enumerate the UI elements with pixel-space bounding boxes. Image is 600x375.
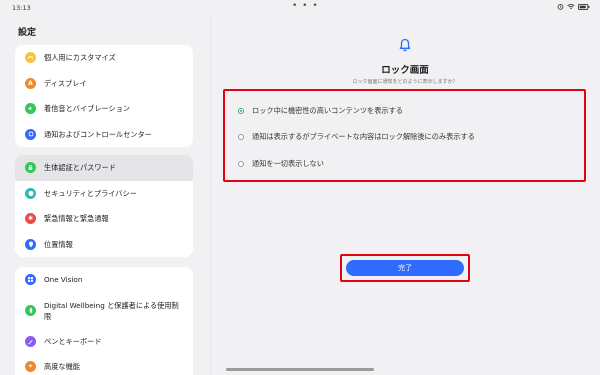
sidebar-item-label: Digital Wellbeing と保護者による使用制限 <box>44 300 179 321</box>
shield-icon <box>25 187 36 199</box>
sidebar-item-security[interactable]: セキュリティとプライバシー <box>15 181 193 207</box>
status-bar: 13:13 • • • <box>0 0 600 16</box>
sidebar-item-digital-wellbeing[interactable]: Digital Wellbeing と保護者による使用制限 <box>15 293 193 329</box>
pen-icon <box>25 335 36 347</box>
notification-icon <box>25 128 36 140</box>
sidebar-item-label: One Vision <box>44 275 83 285</box>
sidebar-item-label: 通知およびコントロールセンター <box>44 129 152 139</box>
page-subtitle: ロック画面に通知をどのように表示しますか？ <box>352 79 458 85</box>
alarm-icon <box>557 3 564 12</box>
bell-icon <box>399 37 411 52</box>
sidebar-item-label: 着信音とバイブレーション <box>44 104 131 114</box>
sidebar-item-label: ディスプレイ <box>44 78 87 88</box>
multiwindow-dots[interactable]: • • • <box>292 1 319 11</box>
sidebar-group-1: 個人用にカスタマイズ A ディスプレイ 着信音とバイブレーション 通知およびコン… <box>15 45 193 147</box>
lock-screen-pane: ロック画面 ロック画面に通知をどのように表示しますか？ ロック中に機密性の高いコ… <box>210 16 600 375</box>
palette-icon <box>25 52 36 64</box>
sidebar-group-2: 生体認証とパスワード セキュリティとプライバシー ✱ 緊急情報と緊急通報 位置情… <box>15 155 193 257</box>
battery-icon <box>578 3 590 12</box>
settings-sidebar: 設定 個人用にカスタマイズ A ディスプレイ 着信音とバイブレーション 通知およ… <box>0 16 210 375</box>
sidebar-item-label: セキュリティとプライバシー <box>44 188 137 198</box>
highlight-box-options <box>223 89 586 182</box>
home-indicator[interactable] <box>226 368 374 371</box>
sidebar-title: 設定 <box>18 28 37 38</box>
sidebar-item-advanced[interactable]: ✦ 高度な機能 <box>15 354 193 375</box>
sidebar-item-notifications[interactable]: 通知およびコントロールセンター <box>15 122 193 148</box>
sidebar-item-sound[interactable]: 着信音とバイブレーション <box>15 96 193 122</box>
sidebar-item-label: 高度な機能 <box>44 362 80 372</box>
one-vision-icon <box>25 274 36 286</box>
sidebar-item-biometrics[interactable]: 生体認証とパスワード <box>15 155 193 181</box>
sidebar-item-location[interactable]: 位置情報 <box>15 232 193 258</box>
sidebar-item-one-vision[interactable]: One Vision <box>15 267 193 293</box>
display-icon: A <box>25 77 36 89</box>
wellbeing-icon <box>25 305 36 316</box>
done-button[interactable]: 完了 <box>346 260 464 276</box>
page-title: ロック画面 <box>381 65 429 76</box>
sidebar-item-emergency[interactable]: ✱ 緊急情報と緊急通報 <box>15 206 193 232</box>
status-icons <box>557 3 590 12</box>
sidebar-group-3: One Vision Digital Wellbeing と保護者による使用制限… <box>15 267 193 375</box>
sidebar-item-label: 個人用にカスタマイズ <box>44 53 116 63</box>
advanced-icon: ✦ <box>25 361 36 373</box>
status-time: 13:13 <box>12 4 31 12</box>
sidebar-item-label: 緊急情報と緊急通報 <box>44 214 109 224</box>
emergency-icon: ✱ <box>25 213 36 225</box>
sidebar-item-display[interactable]: A ディスプレイ <box>15 71 193 97</box>
sound-icon <box>25 103 36 115</box>
location-icon <box>25 238 36 250</box>
biometric-icon <box>25 162 36 174</box>
sidebar-item-pen-keyboard[interactable]: ペンとキーボード <box>15 329 193 355</box>
sidebar-item-label: 位置情報 <box>44 239 73 249</box>
sidebar-item-label: ペンとキーボード <box>44 336 102 346</box>
sidebar-item-label: 生体認証とパスワード <box>44 163 116 173</box>
wifi-icon <box>567 3 575 12</box>
sidebar-item-personalize[interactable]: 個人用にカスタマイズ <box>15 45 193 71</box>
